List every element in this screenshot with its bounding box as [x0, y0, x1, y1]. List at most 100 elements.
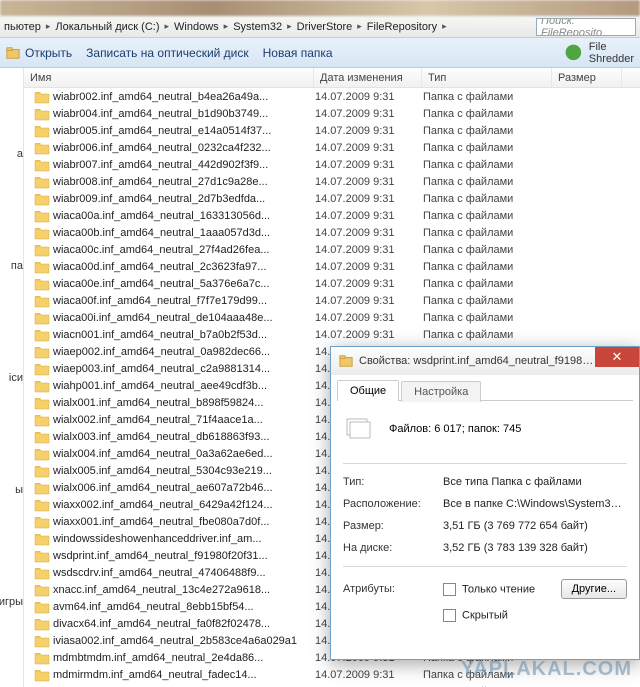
search-input[interactable]: Поиск: FileReposito	[536, 18, 636, 36]
file-row[interactable]: wiabr008.inf_amd64_neutral_27d1c9a28e...…	[24, 173, 640, 190]
file-row[interactable]: wiabr004.inf_amd64_neutral_b1d90b3749...…	[24, 105, 640, 122]
breadcrumb-item[interactable]: пьютер	[4, 21, 55, 33]
burn-button[interactable]: Записать на оптический диск	[86, 46, 249, 60]
close-button[interactable]: ✕	[595, 347, 639, 367]
file-type: Папка с файлами	[423, 227, 553, 239]
file-name: wiaca00i.inf_amd64_neutral_de104aaa48e..…	[53, 312, 315, 324]
file-name: wsdscdrv.inf_amd64_neutral_47406488f9...	[53, 567, 315, 579]
window-titlebar-blur	[0, 0, 640, 16]
file-row[interactable]: wiaca00e.inf_amd64_neutral_5a376e6a7c...…	[24, 275, 640, 292]
file-name: wiaca00b.inf_amd64_neutral_1aaa057d3d...	[53, 227, 315, 239]
sidebar-item-fragment[interactable]: іси	[9, 372, 23, 384]
file-date: 14.07.2009 9:31	[315, 142, 423, 154]
file-row[interactable]: wiabr009.inf_amd64_neutral_2d7b3edfda...…	[24, 190, 640, 207]
file-date: 14.07.2009 9:31	[315, 210, 423, 222]
breadcrumb-item[interactable]: FileRepository	[367, 21, 437, 33]
sidebar-item-fragment[interactable]: пa	[11, 260, 23, 272]
readonly-checkbox[interactable]	[443, 583, 456, 596]
file-row[interactable]: netrndis.inf_amd64_neutral_930f80de6cb..…	[24, 683, 640, 687]
file-name: wialx002.inf_amd64_neutral_71f4aace1a...	[53, 414, 315, 426]
sidebar-item-fragment[interactable]: ы	[15, 484, 23, 496]
folder-icon	[34, 345, 50, 359]
file-name: wiaep003.inf_amd64_neutral_c2a9881314...	[53, 363, 315, 375]
open-icon	[6, 46, 20, 60]
breadcrumb-item[interactable]: Windows	[174, 21, 233, 33]
file-name: wiaxx001.inf_amd64_neutral_fbe080a7d0f..…	[53, 516, 315, 528]
folder-icon	[34, 634, 50, 648]
other-attributes-button[interactable]: Другие...	[561, 579, 627, 599]
file-name: wiabr007.inf_amd64_neutral_442d902f3f9..…	[53, 159, 315, 171]
sidebar-item-fragment[interactable]: игры	[0, 596, 23, 608]
file-row[interactable]: wiaca00c.inf_amd64_neutral_27f4ad26fea..…	[24, 241, 640, 258]
file-type: Папка с файлами	[423, 261, 553, 273]
hidden-checkbox[interactable]	[443, 609, 456, 622]
folder-icon	[339, 354, 353, 368]
properties-titlebar[interactable]: Свойства: wsdprint.inf_amd64_neutral_f91…	[331, 347, 639, 375]
file-name: wiabr005.inf_amd64_neutral_e14a0514f37..…	[53, 125, 315, 137]
file-shredder-button[interactable]: File Shredder	[563, 41, 634, 65]
file-name: wialx006.inf_amd64_neutral_ae607a72b46..…	[53, 482, 315, 494]
file-name: wiaca00a.inf_amd64_neutral_163313056d...	[53, 210, 315, 222]
folder-icon	[34, 90, 50, 104]
file-type: Папка с файлами	[423, 278, 553, 290]
file-name: wiabr009.inf_amd64_neutral_2d7b3edfda...	[53, 193, 315, 205]
file-name: wialx004.inf_amd64_neutral_0a3a62ae6ed..…	[53, 448, 315, 460]
file-row[interactable]: mdmirmdm.inf_amd64_neutral_fadec14...14.…	[24, 666, 640, 683]
file-row[interactable]: wiabr007.inf_amd64_neutral_442d902f3f9..…	[24, 156, 640, 173]
address-bar: пьютерЛокальный диск (C:)WindowsSystem32…	[0, 16, 640, 38]
file-row[interactable]: wiaca00a.inf_amd64_neutral_163313056d...…	[24, 207, 640, 224]
file-name: wiaep002.inf_amd64_neutral_0a982dec66...	[53, 346, 315, 358]
file-name: iviasa002.inf_amd64_neutral_2b583ce4a6a0…	[53, 635, 315, 647]
folder-icon	[34, 532, 50, 546]
folder-icon	[34, 583, 50, 597]
folder-icon	[34, 430, 50, 444]
breadcrumb-chevron[interactable]: ▸	[437, 21, 447, 32]
folder-icon	[34, 600, 50, 614]
col-size[interactable]: Размер	[552, 68, 622, 87]
file-type: Папка с файлами	[423, 91, 553, 103]
folder-icon	[34, 549, 50, 563]
file-name: mdmbtmdm.inf_amd64_neutral_2e4da86...	[53, 652, 315, 664]
file-type: Папка с файлами	[423, 329, 553, 341]
file-row[interactable]: wiacn001.inf_amd64_neutral_b7a0b2f53d...…	[24, 326, 640, 343]
file-name: wsdprint.inf_amd64_neutral_f91980f20f31.…	[53, 550, 315, 562]
file-row[interactable]: wiabr005.inf_amd64_neutral_e14a0514f37..…	[24, 122, 640, 139]
file-name: avm64.inf_amd64_neutral_8ebb15bf54...	[53, 601, 315, 613]
column-headers: Имя Дата изменения Тип Размер	[0, 68, 640, 88]
folder-icon	[34, 124, 50, 138]
file-row[interactable]: wiabr002.inf_amd64_neutral_b4ea26a49a...…	[24, 88, 640, 105]
folder-icon	[34, 311, 50, 325]
col-name[interactable]: Имя	[24, 68, 314, 87]
folder-icon	[34, 515, 50, 529]
file-date: 14.07.2009 9:31	[315, 108, 423, 120]
file-date: 14.07.2009 9:31	[315, 295, 423, 307]
file-date: 14.07.2009 9:31	[315, 227, 423, 239]
file-date: 14.07.2009 9:31	[315, 176, 423, 188]
file-name: wiabr004.inf_amd64_neutral_b1d90b3749...	[53, 108, 315, 120]
search-placeholder: Поиск: FileReposito	[541, 18, 631, 36]
file-type: Папка с файлами	[423, 669, 553, 681]
file-date: 14.07.2009 9:31	[315, 91, 423, 103]
folder-icon	[34, 617, 50, 631]
file-row[interactable]: wiaca00d.inf_amd64_neutral_2c3623fa97...…	[24, 258, 640, 275]
file-date: 14.07.2009 9:31	[315, 193, 423, 205]
tab-settings[interactable]: Настройка	[401, 381, 481, 402]
open-button[interactable]: Открыть	[6, 46, 72, 60]
file-name: divacx64.inf_amd64_neutral_fa0f82f02478.…	[53, 618, 315, 630]
properties-summary: Файлов: 6 017; папок: 745	[389, 423, 521, 435]
file-type: Папка с файлами	[423, 193, 553, 205]
file-row[interactable]: wiaca00i.inf_amd64_neutral_de104aaa48e..…	[24, 309, 640, 326]
folder-icon	[34, 294, 50, 308]
col-date[interactable]: Дата изменения	[314, 68, 422, 87]
breadcrumb-item[interactable]: DriverStore	[297, 21, 367, 33]
breadcrumbs[interactable]: пьютерЛокальный диск (C:)WindowsSystem32…	[4, 21, 526, 33]
file-row[interactable]: wiaca00b.inf_amd64_neutral_1aaa057d3d...…	[24, 224, 640, 241]
file-row[interactable]: wiabr006.inf_amd64_neutral_0232ca4f232..…	[24, 139, 640, 156]
file-row[interactable]: wiaca00f.inf_amd64_neutral_f7f7e179d99..…	[24, 292, 640, 309]
tab-general[interactable]: Общие	[337, 380, 399, 401]
new-folder-button[interactable]: Новая папка	[263, 46, 333, 60]
sidebar-item-fragment[interactable]: a	[17, 148, 23, 160]
col-type[interactable]: Тип	[422, 68, 552, 87]
breadcrumb-item[interactable]: System32	[233, 21, 296, 33]
breadcrumb-item[interactable]: Локальный диск (C:)	[55, 21, 174, 33]
